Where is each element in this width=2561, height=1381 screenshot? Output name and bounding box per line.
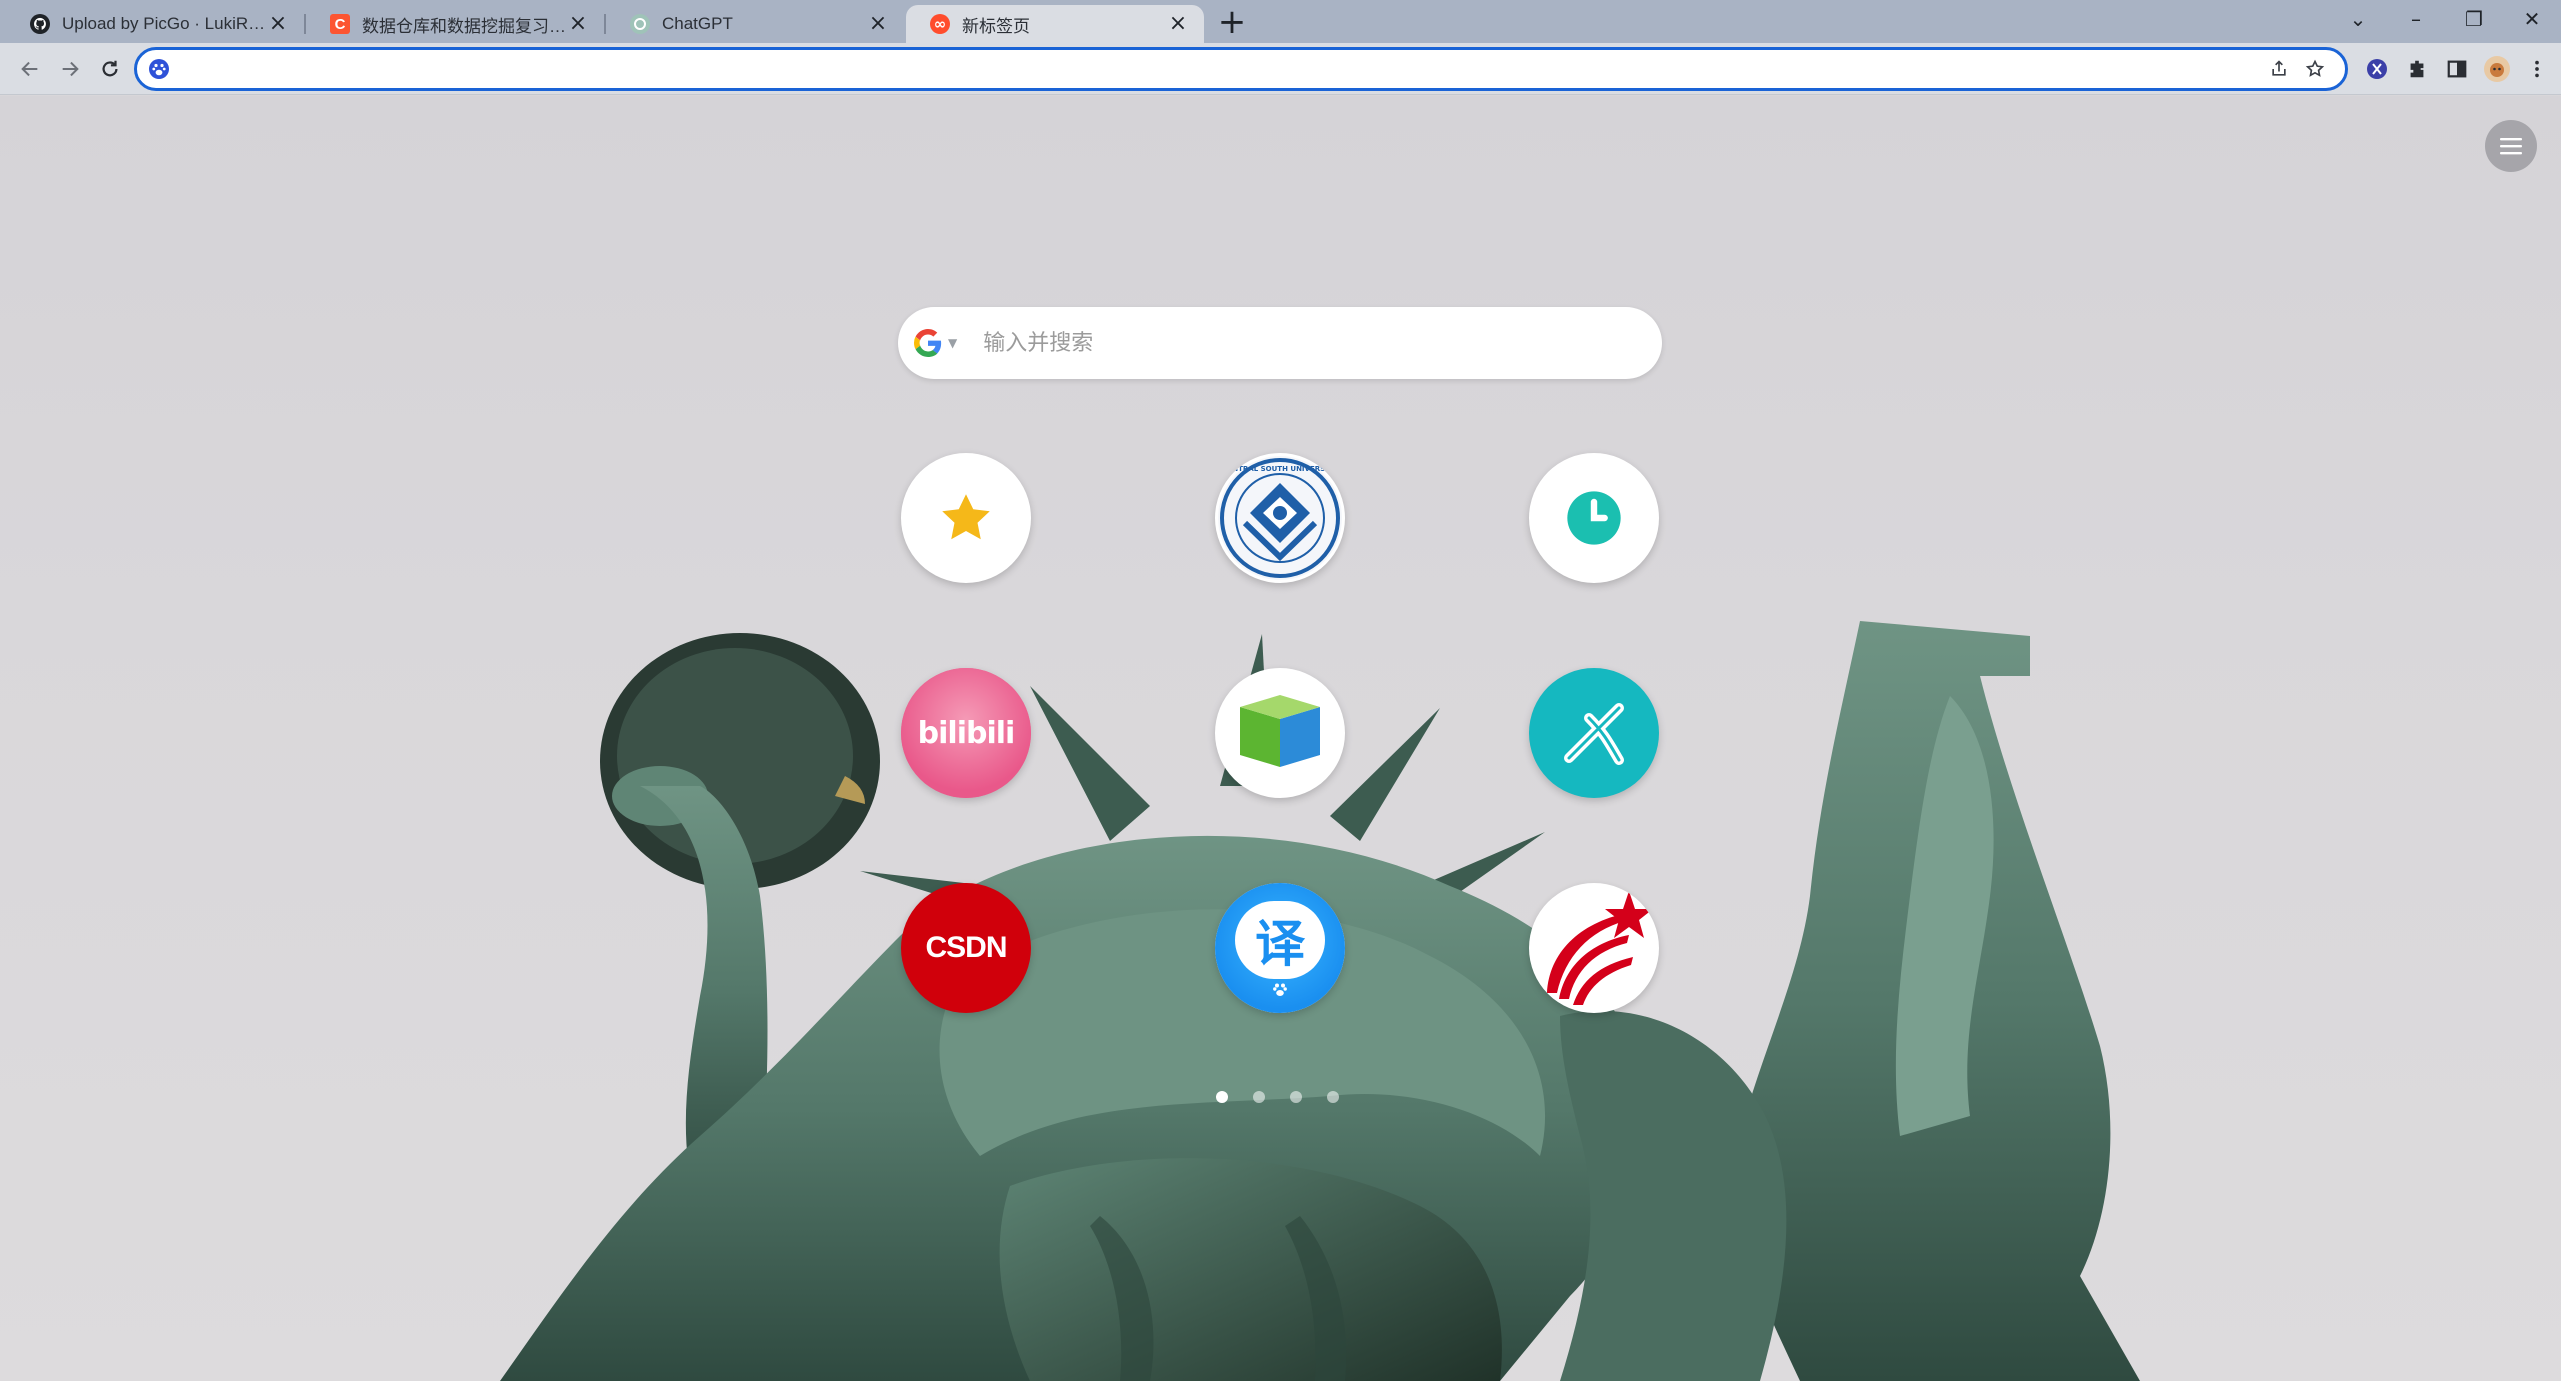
infinity-icon: ∞ (930, 14, 950, 34)
puzzle-icon[interactable] (2397, 51, 2437, 87)
close-icon[interactable]: × (266, 12, 290, 36)
tab-title: 数据仓库和数据挖掘复习_名词解 (362, 16, 566, 36)
back-button[interactable] (14, 53, 46, 85)
shortcut-app-x[interactable] (1529, 668, 1659, 798)
page-dot-3[interactable] (1290, 1091, 1302, 1103)
shortcut-bilibili[interactable]: bilibili (901, 668, 1031, 798)
tab-csdn[interactable]: C 数据仓库和数据挖掘复习_名词解 × (306, 5, 606, 43)
close-window-button[interactable]: ✕ (2503, 7, 2561, 31)
shortcut-csu[interactable]: CENTRAL SOUTH UNIVERSITY (1215, 453, 1345, 583)
tab-newtab[interactable]: ∞ 新标签页 × (906, 5, 1204, 43)
settings-menu-button[interactable] (2485, 120, 2537, 172)
search-box[interactable]: ▼ (898, 307, 1662, 379)
shortcut-history[interactable] (1529, 453, 1659, 583)
toolbar (0, 43, 2561, 95)
github-icon (30, 14, 50, 34)
close-icon[interactable]: × (866, 12, 890, 36)
tab-strip: Upload by PicGo · LukiRyan/T × C 数据仓库和数据… (0, 0, 2561, 43)
page-dot-2[interactable] (1253, 1091, 1265, 1103)
address-input[interactable] (179, 52, 2261, 86)
minimize-button[interactable]: – (2387, 7, 2445, 31)
pagination-dots (1216, 1091, 1364, 1103)
tab-search-button[interactable]: ⌄ (2329, 7, 2387, 31)
new-tab-button[interactable]: + (1214, 5, 1250, 41)
xuexi-icon (1547, 891, 1653, 1005)
bilibili-icon: bilibili (901, 668, 1031, 798)
baidu-paw-icon (1273, 983, 1287, 996)
csdn-icon: CSDN (925, 931, 1007, 964)
tab-title: ChatGPT (662, 14, 733, 33)
extensions-area (2357, 51, 2557, 87)
more-menu-icon[interactable] (2517, 51, 2557, 87)
tab-title: 新标签页 (962, 16, 1030, 36)
chevron-down-icon: ▼ (948, 336, 958, 350)
window-controls: ⌄ – ❐ ✕ (2329, 0, 2561, 38)
avatar[interactable] (2477, 51, 2517, 87)
browser-window: Upload by PicGo · LukiRyan/T × C 数据仓库和数据… (0, 0, 2561, 1381)
csdn-c-icon: C (330, 14, 350, 34)
share-icon[interactable] (2261, 51, 2297, 87)
shortcut-xuexi[interactable] (1529, 883, 1659, 1013)
baidu-paw-icon[interactable] (147, 57, 171, 81)
hamburger-icon (2500, 138, 2522, 155)
reload-icon (102, 60, 118, 76)
search-input[interactable] (983, 330, 1662, 356)
clock-icon (1567, 491, 1621, 545)
shortcut-csdn[interactable]: CSDN (901, 883, 1031, 1013)
extension-icon[interactable] (2357, 51, 2397, 87)
restore-button[interactable]: ❐ (2445, 7, 2503, 31)
page-dot-1[interactable] (1216, 1091, 1228, 1103)
shortcut-baidu-translate[interactable]: 译 (1215, 883, 1345, 1013)
google-icon (914, 329, 942, 357)
bookmark-star-icon[interactable] (2297, 51, 2333, 87)
close-icon[interactable]: × (1166, 12, 1190, 36)
newtab-page: ▼ CENTRAL SOUTH UNIVERSITY (0, 96, 2561, 1381)
chatgpt-icon (630, 14, 650, 34)
shortcut-tencent-docs[interactable] (1215, 668, 1345, 798)
address-bar[interactable] (134, 47, 2348, 91)
shortcut-bookmarks[interactable] (901, 453, 1031, 583)
back-arrow-icon (21, 61, 38, 76)
translate-icon: 译 (1215, 883, 1345, 1013)
teal-x-icon (1564, 703, 1624, 765)
csu-logo-icon: CENTRAL SOUTH UNIVERSITY (1218, 456, 1342, 580)
tab-picgo[interactable]: Upload by PicGo · LukiRyan/T × (6, 5, 306, 43)
forward-button[interactable] (54, 53, 86, 85)
page-dot-4[interactable] (1327, 1091, 1339, 1103)
star-icon (942, 494, 990, 540)
book-icon (1240, 695, 1320, 767)
tab-chatgpt[interactable]: ChatGPT × (606, 5, 904, 43)
tab-title: Upload by PicGo · LukiRyan/T (62, 14, 266, 33)
search-engine-selector[interactable]: ▼ (914, 329, 957, 357)
reload-button[interactable] (94, 53, 126, 85)
forward-arrow-icon (62, 61, 79, 76)
close-icon[interactable]: × (566, 12, 590, 36)
side-panel-icon[interactable] (2437, 51, 2477, 87)
